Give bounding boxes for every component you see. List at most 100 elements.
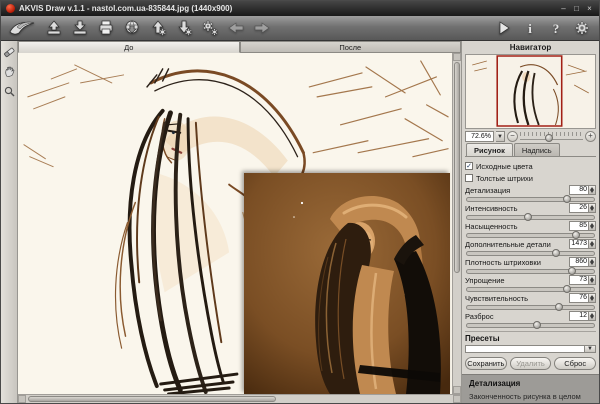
export-parameters-icon[interactable]	[171, 18, 196, 39]
slider-list: Детализация80Интенсивность26Насыщенность…	[465, 185, 596, 328]
zoom-out-button[interactable]: −	[507, 131, 518, 142]
slider-thumb[interactable]	[524, 213, 532, 221]
slider-track[interactable]	[466, 303, 595, 310]
presets-combo-dropdown[interactable]: ▼	[585, 345, 596, 353]
slider-value-spinbox[interactable]: 26	[569, 203, 596, 213]
zoom-dropdown-button[interactable]: ▼	[496, 131, 505, 142]
checkbox-label: Исходные цвета	[476, 162, 533, 171]
slider-track[interactable]	[466, 267, 595, 274]
undo-icon[interactable]	[223, 18, 248, 39]
horizontal-scroll-thumb[interactable]	[28, 396, 276, 402]
slider-label: Интенсивность	[465, 204, 518, 213]
slider-value[interactable]: 26	[569, 203, 589, 213]
scroll-down-button[interactable]	[453, 386, 461, 394]
import-parameters-icon[interactable]	[145, 18, 170, 39]
checkbox-box[interactable]: ✓	[465, 162, 473, 170]
about-icon[interactable]: i	[517, 18, 542, 39]
image-viewport[interactable]	[18, 53, 452, 394]
slider-thumb[interactable]	[555, 303, 563, 311]
eraser-tool-icon[interactable]	[3, 45, 16, 58]
save-preset-button[interactable]: Сохранить	[465, 357, 507, 370]
print-icon[interactable]	[93, 18, 118, 39]
tab-drawing[interactable]: Рисунок	[466, 143, 513, 156]
slider-thumb[interactable]	[533, 321, 541, 329]
slider-value[interactable]: 860	[569, 257, 589, 267]
scroll-left-button[interactable]	[18, 395, 26, 403]
help-icon[interactable]: ?	[543, 18, 568, 39]
spinner-buttons[interactable]	[589, 275, 596, 285]
horizontal-scrollbar[interactable]	[18, 394, 461, 403]
tab-text[interactable]: Надпись	[514, 143, 560, 156]
hint-panel: Детализация Законченность рисунка в цело…	[462, 374, 599, 404]
preferences-icon[interactable]	[569, 18, 594, 39]
open-image-icon[interactable]	[41, 18, 66, 39]
tab-before[interactable]: До	[18, 41, 240, 53]
slider-value[interactable]: 76	[569, 293, 589, 303]
slider-value-spinbox[interactable]: 76	[569, 293, 596, 303]
slider-track[interactable]	[466, 321, 595, 328]
checkbox-box[interactable]	[465, 174, 473, 182]
save-image-icon[interactable]	[67, 18, 92, 39]
slider-value-spinbox[interactable]: 73	[569, 275, 596, 285]
hand-tool-icon[interactable]	[3, 65, 16, 78]
reset-preset-button[interactable]: Сброс	[554, 357, 596, 370]
zoom-in-button[interactable]: +	[585, 131, 596, 142]
canvas-area: До После	[18, 41, 462, 403]
maximize-button[interactable]: □	[572, 4, 581, 14]
slider-track[interactable]	[466, 285, 595, 292]
zoom-tool-icon[interactable]	[3, 85, 16, 98]
checkbox-row[interactable]: Толстые штрихи	[465, 172, 596, 184]
slider-value-spinbox[interactable]: 85	[569, 221, 596, 231]
vertical-scroll-thumb[interactable]	[454, 62, 460, 273]
original-photo-inset	[244, 173, 450, 394]
navigator-thumbnail[interactable]	[465, 54, 596, 129]
redo-icon[interactable]	[249, 18, 274, 39]
slider-value[interactable]: 12	[569, 311, 589, 321]
scroll-up-button[interactable]	[453, 53, 461, 61]
slider-thumb[interactable]	[552, 249, 560, 257]
vertical-scrollbar[interactable]	[452, 53, 461, 394]
delete-preset-button[interactable]: Удалить	[510, 357, 552, 370]
zoom-slider[interactable]	[520, 131, 583, 142]
slider-value[interactable]: 80	[569, 185, 589, 195]
close-button[interactable]: ×	[585, 4, 594, 14]
minimize-button[interactable]: –	[559, 4, 568, 14]
slider-value[interactable]: 1473	[569, 239, 589, 249]
slider-thumb[interactable]	[563, 285, 571, 293]
presets-combo-value[interactable]	[465, 345, 585, 353]
checkbox-row[interactable]: ✓Исходные цвета	[465, 160, 596, 172]
slider-track[interactable]	[466, 249, 595, 256]
spinner-buttons[interactable]	[589, 311, 596, 321]
slider-value[interactable]: 73	[569, 275, 589, 285]
spinner-buttons[interactable]	[589, 257, 596, 267]
slider-track[interactable]	[466, 231, 595, 238]
zoom-value-input[interactable]: 72.6%	[465, 131, 494, 142]
slider-thumb[interactable]	[572, 231, 580, 239]
batch-processing-icon[interactable]	[197, 18, 222, 39]
slider-label: Плотность штриховки	[465, 258, 541, 267]
run-icon[interactable]	[491, 18, 516, 39]
slider-value-spinbox[interactable]: 80	[569, 185, 596, 195]
tab-after[interactable]: После	[240, 41, 462, 53]
spinner-buttons[interactable]	[589, 239, 596, 249]
scroll-right-button[interactable]	[453, 395, 461, 403]
slider-label: Детализация	[465, 186, 510, 195]
publish-web-icon[interactable]	[119, 18, 144, 39]
slider-value-spinbox[interactable]: 12	[569, 311, 596, 321]
slider-thumb[interactable]	[568, 267, 576, 275]
slider-value[interactable]: 85	[569, 221, 589, 231]
spinner-buttons[interactable]	[589, 203, 596, 213]
spinner-buttons[interactable]	[589, 221, 596, 231]
slider-value-spinbox[interactable]: 1473	[569, 239, 596, 249]
slider-value-spinbox[interactable]: 860	[569, 257, 596, 267]
slider-track[interactable]	[466, 195, 595, 202]
akvis-bird-icon[interactable]	[6, 18, 40, 39]
slider-track[interactable]	[466, 213, 595, 220]
spinner-buttons[interactable]	[589, 185, 596, 195]
presets-combobox[interactable]: ▼	[465, 345, 596, 353]
svg-text:?: ?	[552, 21, 559, 36]
spinner-buttons[interactable]	[589, 293, 596, 303]
zoom-slider-thumb[interactable]	[545, 134, 553, 142]
slider-label: Чувствительность	[465, 294, 528, 303]
slider-thumb[interactable]	[563, 195, 571, 203]
